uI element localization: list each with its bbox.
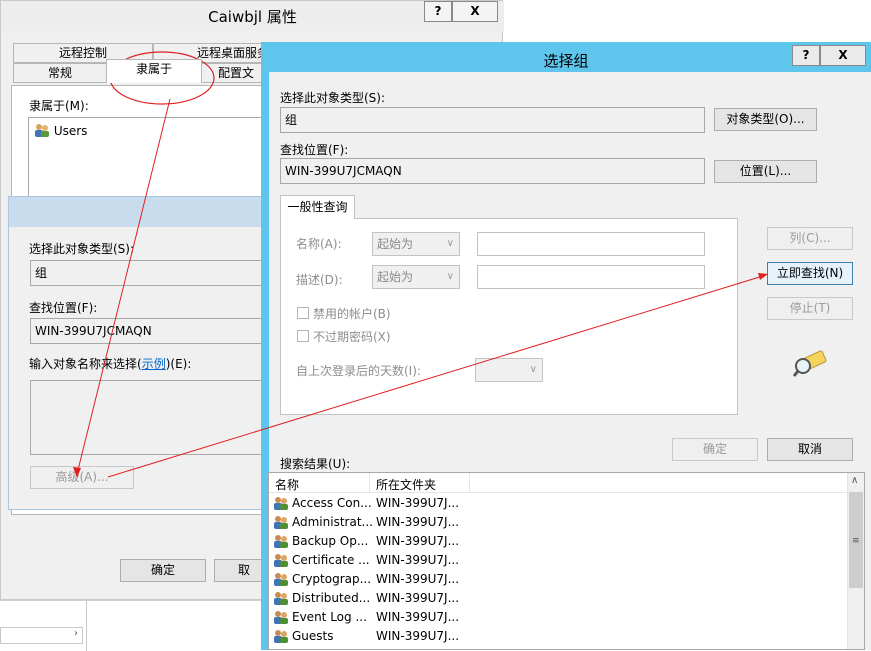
result-name: Cryptograp... (292, 572, 372, 586)
divider (86, 601, 87, 651)
description-input[interactable] (477, 265, 705, 289)
user-group-icon (273, 571, 289, 587)
list-item[interactable]: Certificate ... WIN-399U7J... (273, 552, 493, 571)
result-folder: WIN-399U7J... (376, 610, 460, 624)
user-group-icon (273, 609, 289, 625)
enter-names-label: 输入对象名称来选择(示例)(E): (29, 357, 192, 371)
column-header-name[interactable]: 名称 (275, 476, 299, 493)
column-divider (369, 473, 370, 493)
cancel-button[interactable]: 取消 (767, 438, 853, 461)
scroll-up-icon[interactable]: ∧ (851, 475, 858, 486)
column-header-folder[interactable]: 所在文件夹 (376, 476, 436, 493)
select-groups-dialog-background: 选择此对象类型(S): 组 查找位置(F): WIN-399U7JCMAQN 输… (8, 196, 270, 510)
user-group-icon (273, 514, 289, 530)
list-item[interactable]: Users (34, 122, 87, 138)
member-of-list[interactable]: Users (28, 117, 268, 197)
tab-common-queries[interactable]: 一般性查询 (280, 195, 355, 219)
non-expiring-checkbox[interactable] (297, 330, 309, 342)
ok-button[interactable]: 确定 (120, 559, 206, 582)
results-header: 名称 所在文件夹 (269, 473, 849, 493)
search-results-list[interactable]: 名称 所在文件夹 Access Con... WIN-399U7J... Admin… (268, 472, 865, 650)
result-name: Administrat... (292, 515, 373, 529)
chevron-down-icon: ∨ (446, 271, 454, 282)
description-mode-select[interactable]: 起始为 ∨ (372, 265, 460, 289)
ok-button[interactable]: 确定 (672, 438, 758, 461)
list-item[interactable]: Distributed... WIN-399U7J... (273, 590, 493, 609)
bottom-strip: › (0, 600, 261, 651)
list-item[interactable]: Guests WIN-399U7J... (273, 628, 493, 647)
non-expiring-label: 不过期密码(X) (313, 330, 391, 344)
result-folder: WIN-399U7J... (376, 629, 460, 643)
disabled-accounts-label: 禁用的帐户(B) (313, 307, 391, 321)
example-link[interactable]: 示例 (142, 357, 166, 371)
days-since-logon-label: 自上次登录后的天数(I): (296, 364, 421, 378)
tab-member-of[interactable]: 隶属于 (106, 59, 202, 83)
result-folder: WIN-399U7J... (376, 496, 460, 510)
list-item[interactable]: Cryptograp... WIN-399U7J... (273, 571, 493, 590)
name-mode-select[interactable]: 起始为 ∨ (372, 232, 460, 256)
search-results-label: 搜索结果(U): (280, 457, 351, 471)
stop-button[interactable]: 停止(T) (767, 297, 853, 320)
chevron-down-icon: ∨ (446, 238, 454, 249)
result-name: Access Con... (292, 496, 372, 510)
object-type-label: 选择此对象类型(S): (280, 91, 386, 105)
chevron-down-icon: ∨ (529, 364, 537, 375)
result-name: Certificate ... (292, 553, 370, 567)
close-button[interactable]: X (452, 1, 498, 22)
result-folder: WIN-399U7J... (376, 534, 460, 548)
column-divider (469, 473, 470, 493)
list-item[interactable]: Event Log ... WIN-399U7J... (273, 609, 493, 628)
list-item-label: Users (53, 124, 88, 138)
dialog-title: 选择组 (543, 52, 589, 70)
advanced-button[interactable]: 高级(A)... (30, 466, 134, 489)
help-button[interactable]: ? (424, 1, 452, 22)
result-folder: WIN-399U7J... (376, 572, 460, 586)
chevron-right-icon: › (74, 628, 78, 639)
description-label: 描述(D): (296, 273, 343, 287)
result-name: Backup Op... (292, 534, 369, 548)
name-label: 名称(A): (296, 237, 342, 251)
list-item[interactable]: Access Con... WIN-399U7J... (273, 495, 493, 514)
horizontal-scrollbar[interactable]: › (0, 627, 83, 644)
member-of-label: 隶属于(M): (29, 99, 89, 113)
result-folder: WIN-399U7J... (376, 591, 460, 605)
object-type-field: 组 (280, 107, 705, 133)
result-name: Event Log ... (292, 610, 367, 624)
object-types-button[interactable]: 对象类型(O)... (714, 108, 817, 131)
scrollbar-thumb[interactable]: ≡ (849, 492, 863, 588)
object-type-label: 选择此对象类型(S): (29, 242, 135, 256)
vertical-scrollbar[interactable]: ∧ ≡ (847, 473, 864, 649)
user-group-icon (273, 533, 289, 549)
columns-button[interactable]: 列(C)... (767, 227, 853, 250)
location-label: 查找位置(F): (280, 143, 349, 157)
list-item[interactable]: Administrat... WIN-399U7J... (273, 514, 493, 533)
user-group-icon (273, 552, 289, 568)
user-group-icon (273, 495, 289, 511)
user-group-icon (34, 122, 50, 138)
object-type-field: 组 (30, 260, 270, 286)
user-group-icon (273, 590, 289, 606)
find-now-button[interactable]: 立即查找(N) (767, 262, 853, 285)
help-button[interactable]: ? (792, 45, 820, 66)
magnifier-icon (792, 348, 827, 378)
result-folder: WIN-399U7J... (376, 553, 460, 567)
result-name: Distributed... (292, 591, 371, 605)
user-group-icon (273, 628, 289, 644)
title-bar (9, 197, 267, 227)
locations-button[interactable]: 位置(L)... (714, 160, 817, 183)
disabled-accounts-checkbox[interactable] (297, 307, 309, 319)
name-input[interactable] (477, 232, 705, 256)
location-label: 查找位置(F): (29, 301, 98, 315)
list-item[interactable]: Backup Op... WIN-399U7J... (273, 533, 493, 552)
tab-general[interactable]: 常规 (13, 63, 107, 83)
result-name: Guests (292, 629, 334, 643)
names-input[interactable] (30, 380, 270, 455)
close-button[interactable]: X (820, 45, 866, 66)
days-since-logon-select[interactable]: ∨ (475, 358, 543, 382)
location-field: WIN-399U7JCMAQN (30, 318, 270, 344)
result-folder: WIN-399U7J... (376, 515, 460, 529)
location-field: WIN-399U7JCMAQN (280, 158, 705, 184)
